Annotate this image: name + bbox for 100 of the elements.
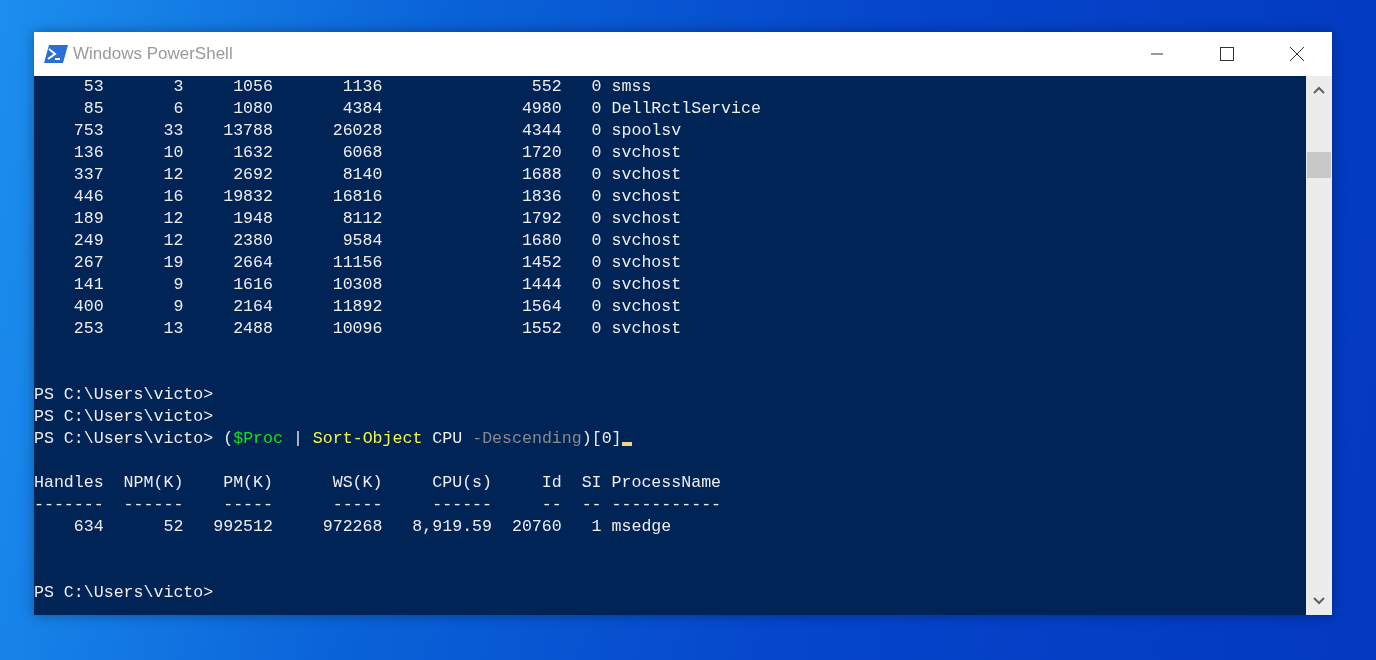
column-header: ProcessName <box>610 472 723 494</box>
table-cell-text: 1564 <box>520 296 562 318</box>
table-cell-text: svchost <box>610 296 683 318</box>
table-cell-text: 0 <box>590 296 602 318</box>
table-cell-text: 6068 <box>341 142 383 164</box>
table-cell-text: 0 <box>590 252 602 274</box>
table-cell-text: 136 <box>72 142 104 164</box>
table-cell-text: 1632 <box>232 142 273 164</box>
chevron-down-icon <box>1313 597 1325 605</box>
table-cell-text: 10096 <box>331 318 383 340</box>
table-cell-text: 0 <box>590 208 602 230</box>
table-cell-text: 8,919.59 <box>411 516 493 538</box>
table-cell-text: 141 <box>72 274 104 296</box>
table-cell-text: 12 <box>162 208 184 230</box>
table-cell-text: 19 <box>162 252 184 274</box>
table-cell-text: 2692 <box>232 164 273 186</box>
table-cell-text: msedge <box>610 516 673 538</box>
table-cell-text: 1080 <box>232 98 273 120</box>
table-cell-text: 8112 <box>341 208 383 230</box>
table-cell-text: 446 <box>72 186 104 208</box>
table-cell-text: 253 <box>72 318 104 340</box>
table-cell-text: 9 <box>172 296 184 318</box>
table-cell-text: 1792 <box>520 208 562 230</box>
table-cell-text: 0 <box>590 120 602 142</box>
table-cell-text: 16 <box>162 186 184 208</box>
minimize-icon <box>1151 53 1163 55</box>
table-cell-text: 1552 <box>520 318 562 340</box>
prompt-line: PS C:\Users\victo> <box>34 583 214 602</box>
table-cell-text: 2380 <box>232 230 273 252</box>
table-cell-text: svchost <box>610 318 683 340</box>
header-rule: ------ <box>122 494 184 516</box>
table-cell-text: 10 <box>162 142 184 164</box>
header-rule: ------ <box>431 494 493 516</box>
prompt-line: PS C:\Users\victo> <box>34 385 214 404</box>
table-cell-text: 0 <box>590 186 602 208</box>
table-cell-text: 0 <box>590 76 602 98</box>
table-cell-text: 189 <box>72 208 104 230</box>
table-cell-text: 0 <box>590 318 602 340</box>
column-header: NPM(K) <box>122 472 184 494</box>
table-cell-text: 1948 <box>232 208 273 230</box>
table-cell-text: 0 <box>590 230 602 252</box>
table-cell-text: spoolsv <box>610 120 683 142</box>
column-header: Handles <box>34 472 104 494</box>
table-cell-text: 249 <box>72 230 104 252</box>
table-cell-text: 13788 <box>222 120 273 142</box>
table-cell-text: 337 <box>72 164 104 186</box>
table-cell-text: 1836 <box>520 186 562 208</box>
table-cell-text: 1452 <box>520 252 562 274</box>
table-cell-text: 1444 <box>520 274 562 296</box>
table-cell-text: 16816 <box>331 186 383 208</box>
table-cell-text: 85 <box>82 98 104 120</box>
table-cell-text: 3 <box>172 76 184 98</box>
window-title: Windows PowerShell <box>73 44 234 64</box>
table-cell-text: 12 <box>162 230 184 252</box>
table-cell-text: 53 <box>82 76 104 98</box>
chevron-up-icon <box>1313 86 1325 94</box>
table-cell-text: 52 <box>162 516 184 538</box>
table-cell-text: 4980 <box>520 98 562 120</box>
table-cell-text: 8140 <box>341 164 383 186</box>
header-rule: ----- <box>222 494 273 516</box>
column-header: Id <box>540 472 562 494</box>
prompt-line: PS C:\Users\victo> <box>34 407 214 426</box>
table-cell-text: 0 <box>590 142 602 164</box>
table-cell-text: 11892 <box>331 296 383 318</box>
table-cell-text: 2164 <box>232 296 273 318</box>
table-cell-text: svchost <box>610 208 683 230</box>
table-cell-text: smss <box>610 76 653 98</box>
header-rule: -- <box>580 494 602 516</box>
powershell-icon <box>44 44 68 64</box>
scrollbar-thumb[interactable] <box>1307 152 1331 178</box>
header-rule: -- <box>540 494 562 516</box>
table-cell-text: 2488 <box>232 318 273 340</box>
header-rule: ----------- <box>610 494 723 516</box>
table-cell-text: svchost <box>610 230 683 252</box>
table-cell-text: 6 <box>172 98 184 120</box>
table-cell-text: 1056 <box>232 76 273 98</box>
header-rule: ----- <box>331 494 383 516</box>
table-cell-text: 10308 <box>331 274 383 296</box>
table-cell-text: 267 <box>72 252 104 274</box>
header-rule: ------- <box>34 494 104 516</box>
table-cell-text: svchost <box>610 142 683 164</box>
table-cell-text: 1136 <box>341 76 383 98</box>
table-cell-text: 972268 <box>321 516 383 538</box>
table-cell-text: 9584 <box>341 230 383 252</box>
table-cell-text: 0 <box>590 274 602 296</box>
table-cell-text: 1680 <box>520 230 562 252</box>
column-header: SI <box>580 472 602 494</box>
table-cell-text: DellRctlService <box>610 98 762 120</box>
column-header: CPU(s) <box>431 472 493 494</box>
table-cell-text: 4384 <box>341 98 383 120</box>
table-cell-text: 1688 <box>520 164 562 186</box>
table-cell-text: 400 <box>72 296 104 318</box>
table-cell-text: 33 <box>162 120 184 142</box>
table-cell-text: 753 <box>72 120 104 142</box>
table-cell-text: 9 <box>172 274 184 296</box>
vertical-scrollbar[interactable] <box>1306 76 1332 615</box>
table-cell-text: 26028 <box>331 120 383 142</box>
table-cell-text: 552 <box>530 76 562 98</box>
table-cell-text: svchost <box>610 186 683 208</box>
close-icon <box>1289 46 1305 62</box>
